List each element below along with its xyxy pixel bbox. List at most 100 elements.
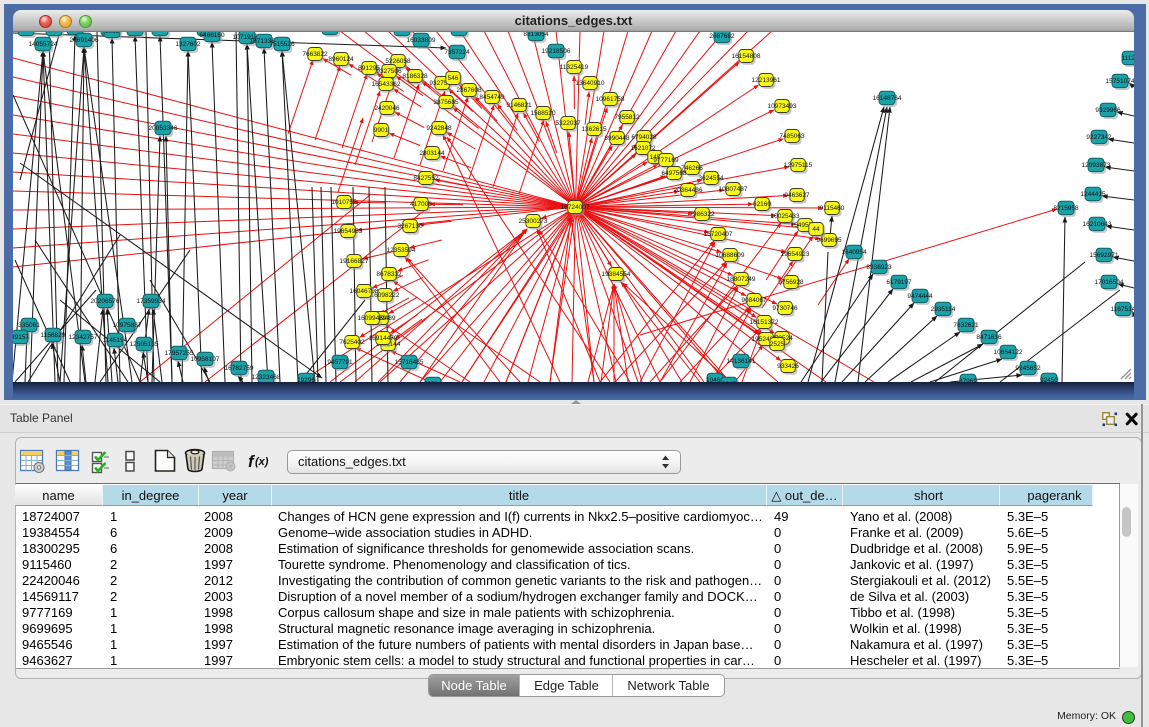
svg-text:6466160: 6466160 [199,32,225,39]
svg-text:3624554: 3624554 [698,175,724,182]
svg-text:20053346: 20053346 [149,125,178,132]
svg-text:18807249: 18807249 [727,276,756,283]
svg-text:19166827: 19166827 [340,258,369,265]
svg-text:9227342: 9227342 [1086,134,1112,141]
svg-text:10973493: 10973493 [768,103,797,110]
svg-text:9730746: 9730746 [772,305,798,312]
svg-text:12342757: 12342757 [69,334,98,341]
svg-text:1145194: 1145194 [103,337,128,344]
svg-text:7663822: 7663822 [302,51,328,58]
svg-text:9777169: 9777169 [653,157,679,164]
svg-text:335061: 335061 [18,322,40,329]
svg-text:9245652: 9245652 [1015,365,1041,372]
svg-text:25300273: 25300273 [519,218,548,225]
svg-text:7632621: 7632621 [953,322,979,329]
svg-text:1327602: 1327602 [175,41,201,48]
svg-text:39157: 39157 [13,334,29,341]
svg-text:9901: 9901 [374,127,389,134]
svg-text:1362615: 1362615 [581,126,607,133]
svg-text:5322037: 5322037 [555,120,581,127]
svg-text:19654923: 19654923 [781,251,810,258]
svg-text:3875685: 3875685 [433,99,459,106]
svg-text:10025433: 10025433 [771,213,800,220]
svg-text:9756928: 9756928 [778,279,804,286]
svg-text:20914: 20914 [424,381,442,382]
svg-text:8471636: 8471636 [976,334,1002,341]
svg-text:8454749: 8454749 [479,94,505,101]
svg-text:9463627: 9463627 [784,192,810,199]
svg-text:15720407: 15720407 [704,231,733,238]
svg-text:9457791: 9457791 [327,359,353,366]
svg-text:19296: 19296 [297,377,315,382]
svg-text:19384554: 19384554 [602,271,631,278]
svg-text:9242848: 9242848 [426,125,452,132]
svg-text:1156829: 1156829 [41,332,66,339]
svg-text:16914479: 16914479 [369,335,398,342]
svg-text:10688609: 10688609 [716,252,745,259]
svg-text:14136141: 14136141 [727,358,756,365]
svg-text:8215958: 8215958 [1053,205,1079,212]
svg-text:20206576: 20206576 [91,298,120,305]
svg-text:7357224: 7357224 [444,49,470,56]
svg-text:16543362: 16543362 [372,81,401,88]
svg-text:6179197: 6179197 [886,279,912,286]
svg-text:20364436: 20364436 [674,187,703,194]
svg-text:8938923: 8938923 [866,264,892,271]
svg-text:12093873: 12093873 [1082,162,1111,169]
svg-text:12213961: 12213961 [752,77,781,84]
svg-text:7485063: 7485063 [779,133,805,140]
svg-text:15716485: 15716485 [395,359,424,366]
svg-text:8678332: 8678332 [376,271,402,278]
svg-text:16033809: 16033809 [407,37,436,44]
svg-text:7625402: 7625402 [339,339,365,346]
svg-text:6794028: 6794028 [631,134,657,141]
svg-text:9699695: 9699695 [816,237,842,244]
svg-text:7986322: 7986322 [689,211,715,218]
svg-text:18724007: 18724007 [561,204,590,211]
svg-text:1588520: 1588520 [530,110,556,117]
svg-text:9084067: 9084067 [741,297,767,304]
svg-text:1167534: 1167534 [1111,306,1134,313]
svg-text:8813054: 8813054 [523,31,549,38]
svg-text:9146821: 9146821 [506,102,532,109]
svg-text:1244415: 1244415 [1080,191,1106,198]
svg-text:16046798: 16046798 [350,288,379,295]
svg-text:15692971: 15692971 [1090,252,1119,259]
svg-text:17016504: 17016504 [1095,279,1124,286]
svg-text:1640954: 1640954 [841,249,867,256]
svg-text:2867608: 2867608 [456,87,482,94]
svg-text:5226058: 5226058 [385,58,411,65]
svg-text:16154808: 16154808 [732,53,761,60]
svg-text:6497568: 6497568 [661,170,687,177]
svg-text:16151372: 16151372 [750,319,779,326]
svg-text:10975887: 10975887 [113,322,142,329]
svg-text:9115460: 9115460 [820,205,845,212]
svg-text:17359934: 17359934 [137,298,166,305]
svg-text:2935114: 2935114 [931,306,956,313]
svg-text:62160: 62160 [753,201,771,208]
svg-text:19654983: 19654983 [334,228,363,235]
svg-text:20691406: 20691406 [70,37,99,44]
svg-text:14055724: 14055724 [29,41,58,48]
svg-text:11325419: 11325419 [560,64,589,71]
svg-text:3267130: 3267130 [397,223,423,230]
svg-text:2420046: 2420046 [374,105,400,112]
svg-text:12505135: 12505135 [130,341,159,348]
svg-text:7955812: 7955812 [614,114,640,121]
svg-text:2803144: 2803144 [419,150,445,157]
svg-text:12323468: 12323468 [252,374,281,381]
svg-text:92450: 92450 [1040,377,1058,382]
svg-text:10654122: 10654122 [994,349,1023,356]
svg-text:12353594: 12353594 [387,247,416,254]
svg-text:546: 546 [448,75,459,82]
svg-text:417006: 417006 [410,201,432,208]
svg-text:9329966: 9329966 [1095,107,1121,114]
svg-text:2687682: 2687682 [709,33,735,40]
svg-text:(x): (x) [255,456,269,468]
svg-text:8960124: 8960124 [328,56,354,63]
svg-text:17957255: 17957255 [165,350,194,357]
svg-text:10961758: 10961758 [596,96,625,103]
svg-text:19218506: 19218506 [542,48,571,55]
svg-text:1010755: 1010755 [331,199,357,206]
svg-text:15751074: 15751074 [1106,78,1134,85]
